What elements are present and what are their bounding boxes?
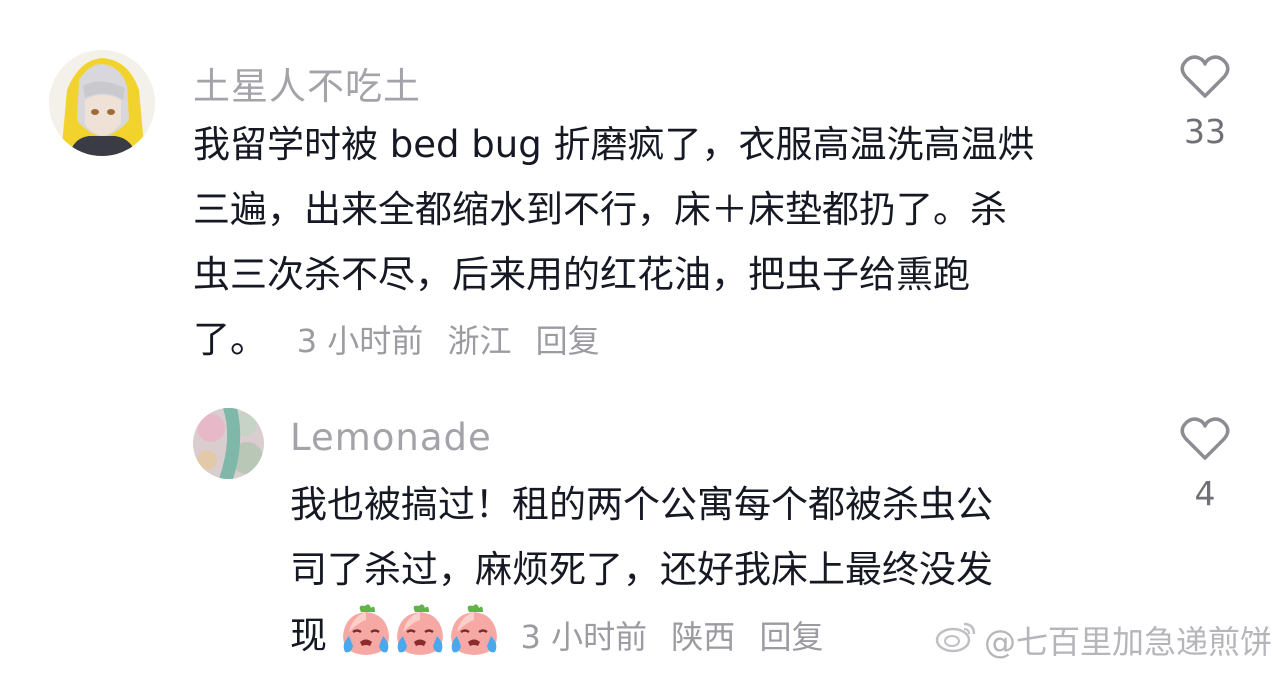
comment-text: 我留学时被 bed bug 折磨疯了，衣服高温洗高温烘 三遍，出来全都缩水到不行… [193, 112, 1153, 374]
comment-username[interactable]: 土星人不吃土 [193, 56, 421, 110]
like-button[interactable]: 33 [1160, 54, 1250, 151]
reply-button[interactable]: 回复 [759, 618, 823, 656]
comment-text-line: 我留学时被 bed bug 折磨疯了，衣服高温洗高温烘 [193, 123, 1035, 166]
watermark: @七百里加急递煎饼 [934, 617, 1272, 663]
comment-meta: 3 小时前 浙江 回复 [297, 322, 614, 360]
comment-location: 陕西 [671, 618, 736, 656]
comment-text-line: 司了杀过，麻烦死了，还好我床上最终没发 [290, 548, 993, 591]
comment-text-line: 现 [290, 614, 327, 657]
avatar[interactable] [49, 50, 155, 156]
heart-icon[interactable] [1160, 416, 1250, 462]
comment-text-line: 虫三次杀不尽，后来用的红花油，把虫子给熏跑 [193, 253, 970, 296]
comment-text-last-line: 了。 3 小时前 浙江 回复 [193, 307, 1153, 374]
like-count: 4 [1194, 474, 1216, 513]
crying-peach-emoji-icon [342, 604, 389, 655]
crying-peach-emoji-icon [396, 604, 443, 655]
comment-text-line: 了。 [193, 318, 267, 361]
like-button[interactable]: 4 [1160, 416, 1250, 513]
weibo-logo-icon [934, 618, 984, 662]
comment-meta: 3 小时前 陕西 回复 [521, 618, 838, 656]
comment-text-line: 我也被搞过！租的两个公寓每个都被杀虫公 [290, 483, 993, 526]
comment-time: 3 小时前 [296, 322, 424, 360]
comment-location: 浙江 [447, 322, 512, 360]
watermark-text: @七百里加急递煎饼 [983, 623, 1272, 661]
avatar[interactable] [193, 408, 264, 479]
like-count: 33 [1184, 112, 1226, 151]
comment-text-line: 三遍，出来全都缩水到不行，床＋床垫都扔了。杀 [193, 188, 1007, 231]
comment-username[interactable]: Lemonade [290, 416, 492, 459]
reply-button[interactable]: 回复 [536, 322, 600, 360]
crying-peach-emoji-icon [450, 604, 497, 655]
heart-icon[interactable] [1160, 54, 1250, 100]
comment-time: 3 小时前 [520, 618, 648, 656]
comment-item: 土星人不吃土 我留学时被 bed bug 折磨疯了，衣服高温洗高温烘 三遍，出来… [0, 0, 1284, 380]
